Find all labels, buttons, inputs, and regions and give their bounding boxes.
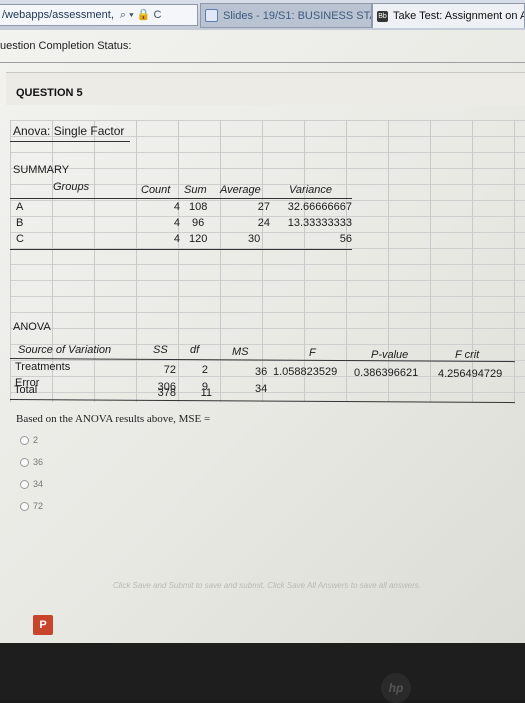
variance-c: 56 <box>339 233 352 245</box>
header-count: Count <box>141 184 171 196</box>
divider <box>0 62 525 63</box>
question-header: QUESTION 5 <box>6 72 525 105</box>
question-title: QUESTION 5 <box>16 87 83 99</box>
header-f-crit: F crit <box>455 349 480 361</box>
header-average: Average <box>220 184 261 196</box>
sum-b: 96 <box>192 217 205 229</box>
summary-label: SUMMARY <box>13 164 70 176</box>
f-crit-treatments: 4.256494729 <box>438 368 503 380</box>
radio-button-icon[interactable] <box>20 435 29 445</box>
option-label: 2 <box>33 435 39 445</box>
sum-a: 108 <box>189 201 208 213</box>
ss-total: 378 <box>157 387 176 399</box>
option-label: 36 <box>33 457 44 467</box>
variance-b: 13.33333333 <box>287 217 352 229</box>
count-b: 4 <box>173 217 180 229</box>
anova-label: ANOVA <box>13 321 51 333</box>
blackboard-icon: Bb <box>377 10 388 22</box>
option-label: 72 <box>33 501 44 511</box>
header-source: Source of Variation <box>18 344 112 356</box>
option-2[interactable]: 2 <box>20 435 38 445</box>
divider <box>9 358 515 363</box>
tab-slides[interactable]: Slides - 19/S1: BUSINESS STATI... <box>200 3 372 28</box>
divider <box>10 141 130 142</box>
ms-error: 34 <box>255 383 268 395</box>
page-content: uestion Completion Status: QUESTION 5 An… <box>0 30 525 643</box>
option-label: 34 <box>33 479 44 489</box>
address-text: /webapps/assessment, <box>2 9 114 21</box>
source-treatments: Treatments <box>15 361 71 373</box>
ms-treatments: 36 <box>255 366 268 378</box>
browser-toolbar: /webapps/assessment, ⌕ ▾ 🔒 C Slides - 19… <box>0 0 525 31</box>
df-treatments: 2 <box>201 364 208 376</box>
powerpoint-icon[interactable]: P <box>33 615 53 635</box>
option-34[interactable]: 34 <box>20 479 43 489</box>
header-df: df <box>190 344 200 356</box>
header-ms: MS <box>232 346 249 358</box>
address-bar[interactable]: /webapps/assessment, ⌕ ▾ 🔒 C <box>0 4 198 26</box>
group-c: C <box>16 233 24 245</box>
f-treatments: 1.058823529 <box>273 366 338 378</box>
option-72[interactable]: 72 <box>20 501 43 511</box>
sum-c: 120 <box>189 233 208 245</box>
laptop-bezel: hp <box>0 643 525 703</box>
header-sum: Sum <box>184 184 207 196</box>
tab-take-test-label: Take Test: Assignment on A <box>393 10 525 22</box>
save-instructions: Click Save and Submit to save and submit… <box>113 581 421 590</box>
header-p-value: P-value <box>371 349 409 361</box>
completion-status-label: uestion Completion Status: <box>0 40 132 52</box>
tab-take-test[interactable]: Bb Take Test: Assignment on A <box>372 3 525 28</box>
address-controls[interactable]: ⌕ ▾ 🔒 C <box>120 8 162 22</box>
radio-button-icon[interactable] <box>20 457 29 467</box>
divider <box>10 249 352 250</box>
sheet-title: Anova: Single Factor <box>13 124 125 138</box>
count-a: 4 <box>173 201 180 213</box>
tab-slides-label: Slides - 19/S1: BUSINESS STATI... <box>223 9 371 22</box>
average-b: 24 <box>257 217 270 229</box>
average-a: 27 <box>257 201 270 213</box>
option-36[interactable]: 36 <box>20 457 43 467</box>
p-value-treatments: 0.386396621 <box>354 367 419 379</box>
divider <box>10 198 352 199</box>
ss-treatments: 72 <box>163 364 176 376</box>
hp-logo: hp <box>381 673 411 703</box>
header-variance: Variance <box>289 184 333 196</box>
group-b: B <box>16 217 24 229</box>
radio-button-icon[interactable] <box>20 501 29 511</box>
group-a: A <box>16 201 24 213</box>
question-text: Based on the ANOVA results above, MSE = <box>16 413 211 425</box>
average-c: 30 <box>248 233 261 245</box>
header-groups: Groups <box>53 181 90 193</box>
header-f: F <box>309 347 316 359</box>
header-ss: SS <box>153 344 168 356</box>
variance-a: 32.66666667 <box>287 201 352 213</box>
browser-tab-icon <box>205 9 218 22</box>
df-total: 11 <box>200 387 212 399</box>
radio-button-icon[interactable] <box>20 479 29 489</box>
count-c: 4 <box>173 233 180 245</box>
source-total: Total <box>14 384 38 396</box>
anova-spreadsheet: Anova: Single Factor SUMMARY Groups Coun… <box>9 120 525 402</box>
